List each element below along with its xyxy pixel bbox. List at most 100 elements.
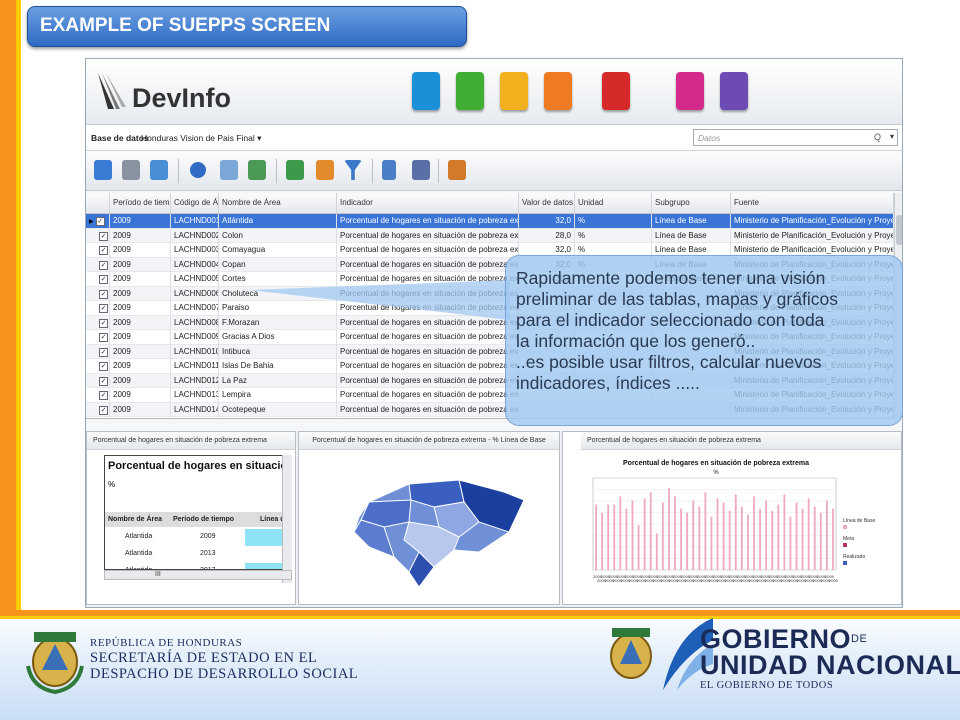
callout-line: Rapidamente podemos tener una visión (516, 268, 826, 288)
row-checkbox[interactable]: ✓ (99, 275, 108, 284)
column-header-source[interactable]: Fuente (731, 193, 894, 213)
preview-table-row: Atlantida 2013 (105, 546, 291, 563)
table-row[interactable]: ▶ ✓ 2009 LACHND001 Atlántida Porcentual de ho… (86, 214, 894, 229)
scrollbar-thumb[interactable] (896, 215, 902, 245)
honduras-map[interactable] (339, 462, 529, 600)
row-checkbox[interactable]: ✓ (99, 304, 108, 313)
row-checkbox[interactable]: ✓ (99, 231, 108, 241)
column-header-unit[interactable]: Unidad (575, 193, 652, 213)
cell-code: LACHND002 (171, 228, 219, 243)
hscroll-grip: III (155, 571, 161, 578)
column-header-area[interactable]: Nombre de Área (219, 193, 337, 213)
row-checkbox[interactable]: ✓ (99, 362, 108, 371)
cell-period: 2009 (110, 214, 171, 229)
devinfo-logo: DevInfo (94, 67, 231, 117)
chevron-down-icon[interactable]: ▾ (890, 132, 894, 141)
refresh-icon[interactable] (286, 160, 304, 180)
ministry-line-3: DESPACHO DE DESARROLLO SOCIAL (90, 666, 359, 682)
row-checkbox[interactable]: ✓ (99, 347, 108, 357)
document-icon[interactable] (720, 72, 748, 110)
preview-cell-period: 2009 (200, 533, 216, 540)
cell-indicator: Porcentual de hogares en situación de po… (337, 257, 519, 272)
notes-icon[interactable] (382, 160, 396, 180)
preview-cell-area: Atlantida (125, 550, 153, 557)
open-icon[interactable] (94, 160, 112, 180)
cell-area: Atlántida (219, 214, 337, 229)
row-checkbox[interactable]: ✓ (99, 333, 108, 342)
bar (698, 506, 701, 570)
column-header-value[interactable]: Valor de datos (519, 193, 575, 213)
gobierno-logo-text: GOBIERNODE UNIDAD NACIONAL EL GOBIERNO D… (700, 626, 960, 692)
cell-source: Ministerio de Planificación_Evolución y … (731, 228, 894, 243)
cell-area: Colon (219, 228, 337, 243)
legend-label: Realizado (843, 554, 865, 560)
preview-table: Porcentual de hogares en situación de p … (104, 455, 292, 570)
bar (595, 504, 597, 570)
legend-swatch (843, 561, 847, 565)
database-select[interactable]: Honduras Vision de Pais Final ▾ (141, 133, 261, 144)
column-header-indicator[interactable]: Indicador (337, 193, 519, 213)
cell-area: Islas De Bahia (219, 359, 337, 374)
toolbar-divider (178, 159, 179, 183)
filter-settings-icon[interactable] (316, 160, 334, 180)
preview-table-hscroll[interactable]: III (104, 570, 292, 580)
bar (759, 508, 761, 570)
print-icon[interactable] (122, 160, 140, 180)
grid-icon[interactable] (220, 160, 238, 180)
column-header-subgroup[interactable]: Subgrupo (652, 193, 731, 213)
preview-header-area: Nombre de Área (108, 516, 163, 523)
spreadsheet-icon[interactable] (248, 160, 266, 180)
export-icon[interactable] (448, 160, 466, 180)
bar (661, 502, 664, 570)
pages-icon[interactable] (676, 72, 704, 110)
cell-period: 2009 (110, 243, 171, 258)
row-checkbox[interactable]: ✓ (99, 405, 108, 415)
bar (601, 512, 604, 570)
preview-header-period: Período de tiempo (173, 516, 235, 523)
slide-footer: REPÚBLICA DE HONDURAS SECRETARÍA DE ESTA… (0, 610, 960, 720)
bar-chart[interactable]: Porcentual de hogares en situación de po… (581, 452, 899, 602)
callout-line: para el indicador seleccionado con toda (516, 310, 825, 330)
row-checkbox[interactable]: ✓ (95, 217, 105, 226)
row-checkbox-cell: ✓ (86, 243, 110, 258)
toolbar-divider (276, 159, 277, 183)
filter-icon[interactable] (344, 160, 362, 180)
row-checkbox-cell: ✓ (86, 330, 110, 345)
column-header-check[interactable] (86, 193, 110, 213)
row-checkbox[interactable]: ✓ (99, 289, 108, 299)
cell-code: LACHND003 (171, 243, 219, 258)
chart-icon[interactable] (544, 72, 572, 110)
column-header-code[interactable]: Código de Ár (171, 193, 219, 213)
info-icon[interactable] (190, 162, 206, 178)
row-checkbox[interactable]: ✓ (99, 376, 108, 386)
cell-area: Lempira (219, 388, 337, 403)
globe-icon[interactable] (456, 72, 484, 110)
preview-table-header: Nombre de Área Período de tiempo Línea d (105, 512, 291, 527)
toolbar-divider (372, 159, 373, 183)
check-icon[interactable] (500, 72, 528, 110)
cell-value: 28,0 (519, 228, 575, 243)
bar (734, 494, 737, 570)
cell-indicator: Porcentual de hogares en situación de po… (337, 388, 519, 403)
search-icon[interactable]: Q (874, 132, 881, 142)
table-row[interactable]: ✓ 2009 LACHND002 Colon Porcentual de hogares… (86, 228, 894, 243)
cell-period: 2009 (110, 272, 171, 287)
row-checkbox-cell: ✓ (86, 359, 110, 374)
database-icon[interactable] (150, 160, 168, 180)
row-checkbox[interactable]: ✓ (99, 246, 108, 255)
table-icon[interactable] (602, 72, 630, 110)
row-checkbox[interactable]: ✓ (99, 260, 108, 270)
cell-code: LACHND001 (171, 214, 219, 229)
column-header-period[interactable]: Período de tiemp (110, 193, 171, 213)
bar (819, 512, 822, 570)
search-input[interactable]: Datos Q ▾ (693, 129, 898, 146)
chart-title: Porcentual de hogares en situación de po… (623, 460, 809, 467)
checklist-icon[interactable] (412, 160, 430, 180)
cell-period: 2009 (110, 373, 171, 388)
gobierno-line-2: UNIDAD NACIONAL (700, 650, 960, 680)
preview-table-vscroll[interactable] (282, 455, 292, 583)
bar (795, 502, 798, 570)
touch-icon[interactable] (412, 72, 440, 110)
row-checkbox[interactable]: ✓ (99, 391, 108, 400)
row-checkbox[interactable]: ✓ (99, 318, 108, 328)
